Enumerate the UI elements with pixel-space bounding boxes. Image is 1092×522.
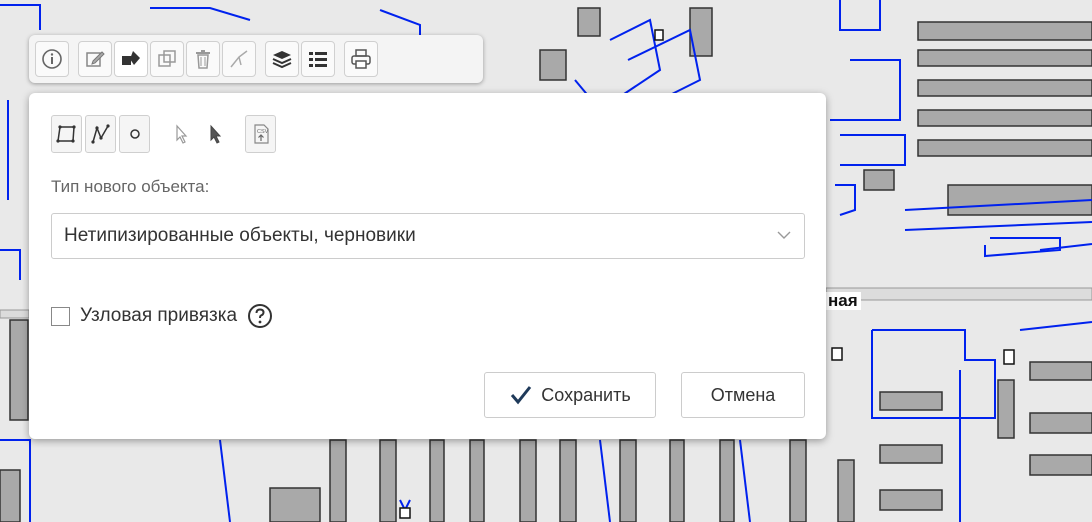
select-arrow-icon	[175, 124, 187, 144]
map-toolbar	[29, 35, 483, 83]
csv-import-icon: CSV	[253, 124, 269, 144]
snap-option: Узловая привязка	[51, 303, 273, 329]
help-icon[interactable]	[247, 303, 273, 329]
draw-polygon-button[interactable]	[51, 115, 82, 153]
cancel-label: Отмена	[710, 384, 776, 405]
trash-icon	[196, 50, 210, 69]
draw-tools: CSV	[51, 115, 279, 153]
csv-text: CSV	[257, 129, 269, 135]
measure-icon	[230, 50, 248, 68]
edit-button[interactable]	[78, 41, 112, 77]
csv-import-button[interactable]: CSV	[245, 115, 276, 153]
pointer-icon	[210, 124, 221, 144]
select-button[interactable]	[165, 115, 196, 153]
edit-icon	[86, 51, 105, 67]
cancel-button[interactable]: Отмена	[681, 372, 805, 418]
draw-shapes-button[interactable]	[114, 41, 148, 77]
measure-button[interactable]	[222, 41, 256, 77]
checkmark-icon	[511, 386, 532, 405]
polyline-icon	[90, 124, 110, 144]
save-label: Сохранить	[541, 384, 631, 405]
delete-button[interactable]	[186, 41, 220, 77]
list-icon	[309, 52, 327, 67]
object-type-label: Тип нового объекта:	[51, 177, 210, 196]
external-link-button[interactable]	[150, 41, 184, 77]
object-type-select[interactable]: Нетипизированные объекты, черновики	[51, 213, 805, 259]
snap-label: Узловая привязка	[80, 305, 238, 326]
new-object-panel: CSV Тип нового объекта: Нетипизированные…	[29, 93, 826, 439]
layers-icon	[272, 51, 292, 69]
polygon-icon	[55, 125, 76, 143]
pointer-button[interactable]	[199, 115, 230, 153]
circle-icon	[129, 129, 140, 139]
draw-circle-button[interactable]	[119, 115, 150, 153]
info-button[interactable]	[35, 41, 69, 77]
shapes-icon	[122, 51, 140, 65]
list-button[interactable]	[301, 41, 335, 77]
print-icon	[351, 49, 371, 69]
street-name-label: ная	[825, 292, 861, 310]
chevron-down-icon	[777, 231, 791, 239]
external-link-icon	[158, 50, 176, 67]
draw-polyline-button[interactable]	[85, 115, 116, 153]
save-button[interactable]: Сохранить	[484, 372, 656, 418]
print-button[interactable]	[344, 41, 378, 77]
info-icon	[42, 49, 62, 69]
object-type-value: Нетипизированные объекты, черновики	[64, 225, 416, 246]
layers-button[interactable]	[265, 41, 299, 77]
snap-checkbox[interactable]	[51, 306, 70, 326]
